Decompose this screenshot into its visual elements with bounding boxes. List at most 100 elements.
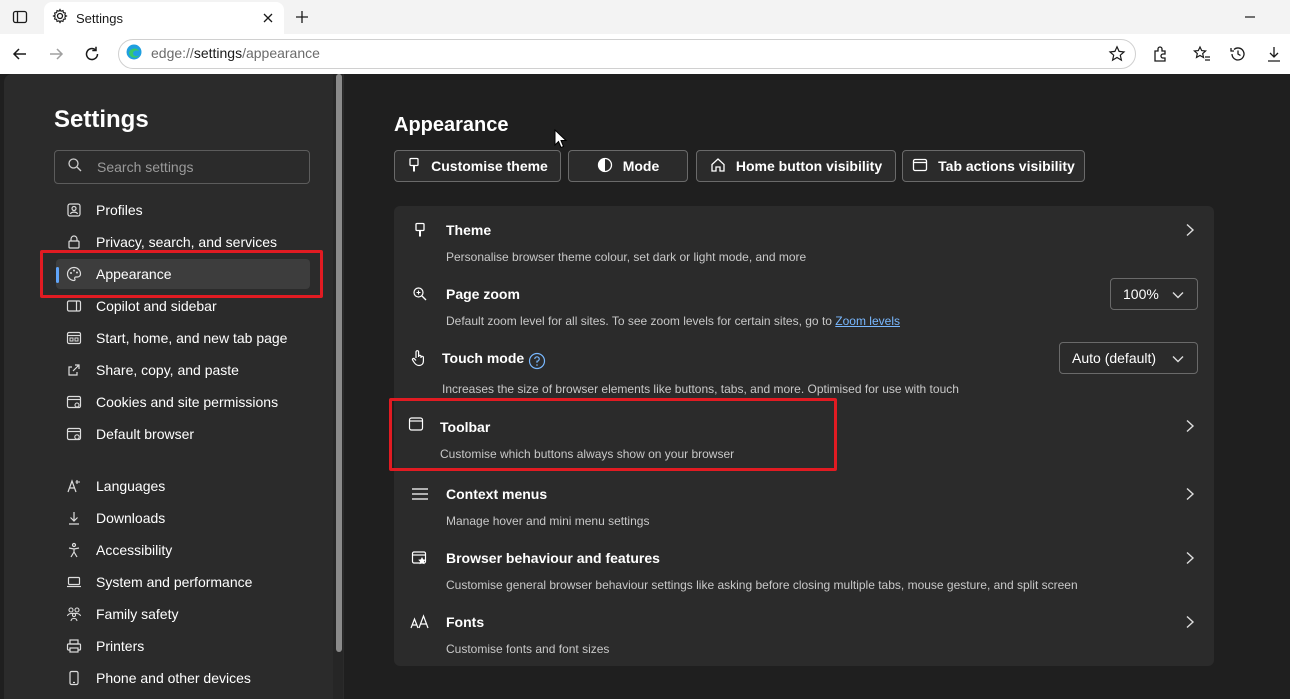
address-bar[interactable]: edge://settings/appearance — [118, 39, 1136, 69]
half-circle-icon — [597, 157, 613, 176]
printer-icon — [64, 636, 84, 656]
sidebar-icon — [64, 296, 84, 316]
sidebar-item-profiles[interactable]: Profiles — [56, 195, 310, 225]
tab-title: Settings — [76, 10, 123, 26]
url-path: /appearance — [242, 45, 320, 61]
chevron-down-icon — [1172, 356, 1184, 363]
sidebar-item-default-browser[interactable]: Default browser — [56, 419, 310, 449]
row-description: Customise general browser behaviour sett… — [446, 578, 1078, 592]
context-menus-row[interactable]: Context menus Manage hover and mini menu… — [394, 470, 1214, 534]
row-title: Fonts — [446, 614, 485, 630]
url-host: settings — [193, 45, 243, 61]
chip-label: Home button visibility — [735, 158, 883, 174]
touch-icon — [408, 348, 428, 368]
favorites-icon[interactable] — [1188, 40, 1216, 68]
sidebar-item-family-safety[interactable]: Family safety — [56, 599, 310, 629]
mode-button[interactable]: Mode — [568, 150, 688, 182]
settings-title: Settings — [54, 106, 149, 133]
sidebar-item-copilot[interactable]: Copilot and sidebar — [56, 291, 310, 321]
row-title: Theme — [446, 222, 492, 238]
theme-row[interactable]: Theme Personalise browser theme colour, … — [394, 206, 1214, 270]
fonts-icon — [410, 612, 430, 632]
fonts-row[interactable]: Fonts Customise fonts and font sizes — [394, 598, 1214, 662]
sidebar-item-printers[interactable]: Printers — [56, 631, 310, 661]
row-description: Manage hover and mini menu settings — [446, 514, 650, 528]
sidebar-item-cookies[interactable]: Cookies and site permissions — [56, 387, 310, 417]
phone-icon — [64, 668, 84, 688]
sidebar-item-label: Accessibility — [96, 542, 173, 558]
touch-mode-dropdown[interactable]: Auto (default) — [1059, 342, 1198, 374]
brush-icon — [407, 157, 421, 176]
chevron-right-icon — [1182, 416, 1198, 436]
new-tab-button[interactable] — [290, 5, 314, 29]
home-button-visibility-button[interactable]: Home button visibility — [696, 150, 896, 182]
minimize-button[interactable] — [1238, 5, 1262, 29]
download-icon[interactable] — [1260, 40, 1288, 68]
cookie-icon — [64, 392, 84, 412]
history-icon[interactable] — [1224, 40, 1252, 68]
family-icon — [64, 604, 84, 624]
row-description: Default zoom level for all sites. To see… — [446, 314, 900, 328]
sidebar-item-label: Start, home, and new tab page — [96, 330, 288, 346]
help-icon[interactable] — [528, 352, 546, 370]
row-title: Page zoom — [446, 286, 520, 302]
sidebar-item-label: Family safety — [96, 606, 179, 622]
sidebar-item-label: Languages — [96, 478, 166, 494]
chevron-right-icon — [1182, 484, 1198, 504]
sidebar-item-phone-devices[interactable]: Phone and other devices — [56, 663, 310, 693]
chevron-right-icon — [1182, 548, 1198, 568]
browser-behaviour-row[interactable]: Browser behaviour and features Customise… — [394, 534, 1214, 598]
row-description: Customise fonts and font sizes — [446, 642, 610, 656]
search-settings-field[interactable] — [54, 150, 310, 184]
forward-arrow-icon[interactable] — [42, 40, 70, 68]
home-icon — [710, 157, 726, 176]
search-icon — [67, 157, 83, 178]
sidebar-item-appearance[interactable]: Appearance — [56, 259, 310, 289]
sidebar-item-accessibility[interactable]: Accessibility — [56, 535, 310, 565]
extensions-icon[interactable] — [1146, 40, 1174, 68]
favorite-star-icon[interactable] — [1107, 44, 1127, 64]
zoom-levels-link[interactable]: Zoom levels — [835, 314, 900, 328]
chevron-down-icon — [1172, 292, 1184, 299]
toolbar-row[interactable]: Toolbar Customise which buttons always s… — [394, 398, 1214, 462]
chip-label: Tab actions visibility — [938, 158, 1075, 174]
sidebar-item-system-performance[interactable]: System and performance — [56, 567, 310, 597]
page-zoom-value: 100% — [1123, 286, 1159, 302]
refresh-icon[interactable] — [78, 40, 106, 68]
features-icon — [410, 548, 430, 568]
sidebar-item-label: Phone and other devices — [96, 670, 251, 686]
tab-settings[interactable]: Settings — [44, 2, 284, 34]
close-icon[interactable] — [256, 6, 280, 30]
sidebar-item-label: System and performance — [96, 574, 253, 590]
sidebar-item-label: Copilot and sidebar — [96, 298, 217, 314]
tab-actions-visibility-button[interactable]: Tab actions visibility — [902, 150, 1085, 182]
lock-icon — [64, 232, 84, 252]
laptop-icon — [64, 572, 84, 592]
chevron-right-icon — [1182, 220, 1198, 240]
sidebar-item-label: Share, copy, and paste — [96, 362, 239, 378]
sidebar-item-start-home[interactable]: Start, home, and new tab page — [56, 323, 310, 353]
back-arrow-icon[interactable] — [6, 40, 34, 68]
sidebar-item-downloads[interactable]: Downloads — [56, 503, 310, 533]
page-zoom-dropdown[interactable]: 100% — [1110, 278, 1198, 310]
row-title: Touch mode — [442, 350, 525, 366]
tab-actions-icon[interactable] — [8, 5, 32, 29]
chip-label: Mode — [622, 158, 660, 174]
sidebar-item-privacy[interactable]: Privacy, search, and services — [56, 227, 310, 257]
sidebar-scrollbar-thumb[interactable] — [336, 74, 342, 652]
profile-icon — [64, 200, 84, 220]
row-title: Browser behaviour and features — [446, 550, 660, 566]
sidebar-item-label: Appearance — [96, 266, 172, 282]
sidebar-item-share-copy-paste[interactable]: Share, copy, and paste — [56, 355, 310, 385]
sidebar-item-label: Downloads — [96, 510, 166, 526]
customise-theme-button[interactable]: Customise theme — [394, 150, 561, 182]
toolbar-icon — [406, 414, 426, 434]
mouse-cursor-icon — [554, 129, 568, 149]
page-zoom-row: Page zoom Default zoom level for all sit… — [394, 270, 1214, 334]
sidebar-item-languages[interactable]: Languages — [56, 471, 310, 501]
share-icon — [64, 360, 84, 380]
page-title: Appearance — [394, 114, 509, 136]
sidebar-item-label: Printers — [96, 638, 145, 654]
home-page-icon — [64, 328, 84, 348]
search-settings-input[interactable] — [97, 159, 297, 175]
